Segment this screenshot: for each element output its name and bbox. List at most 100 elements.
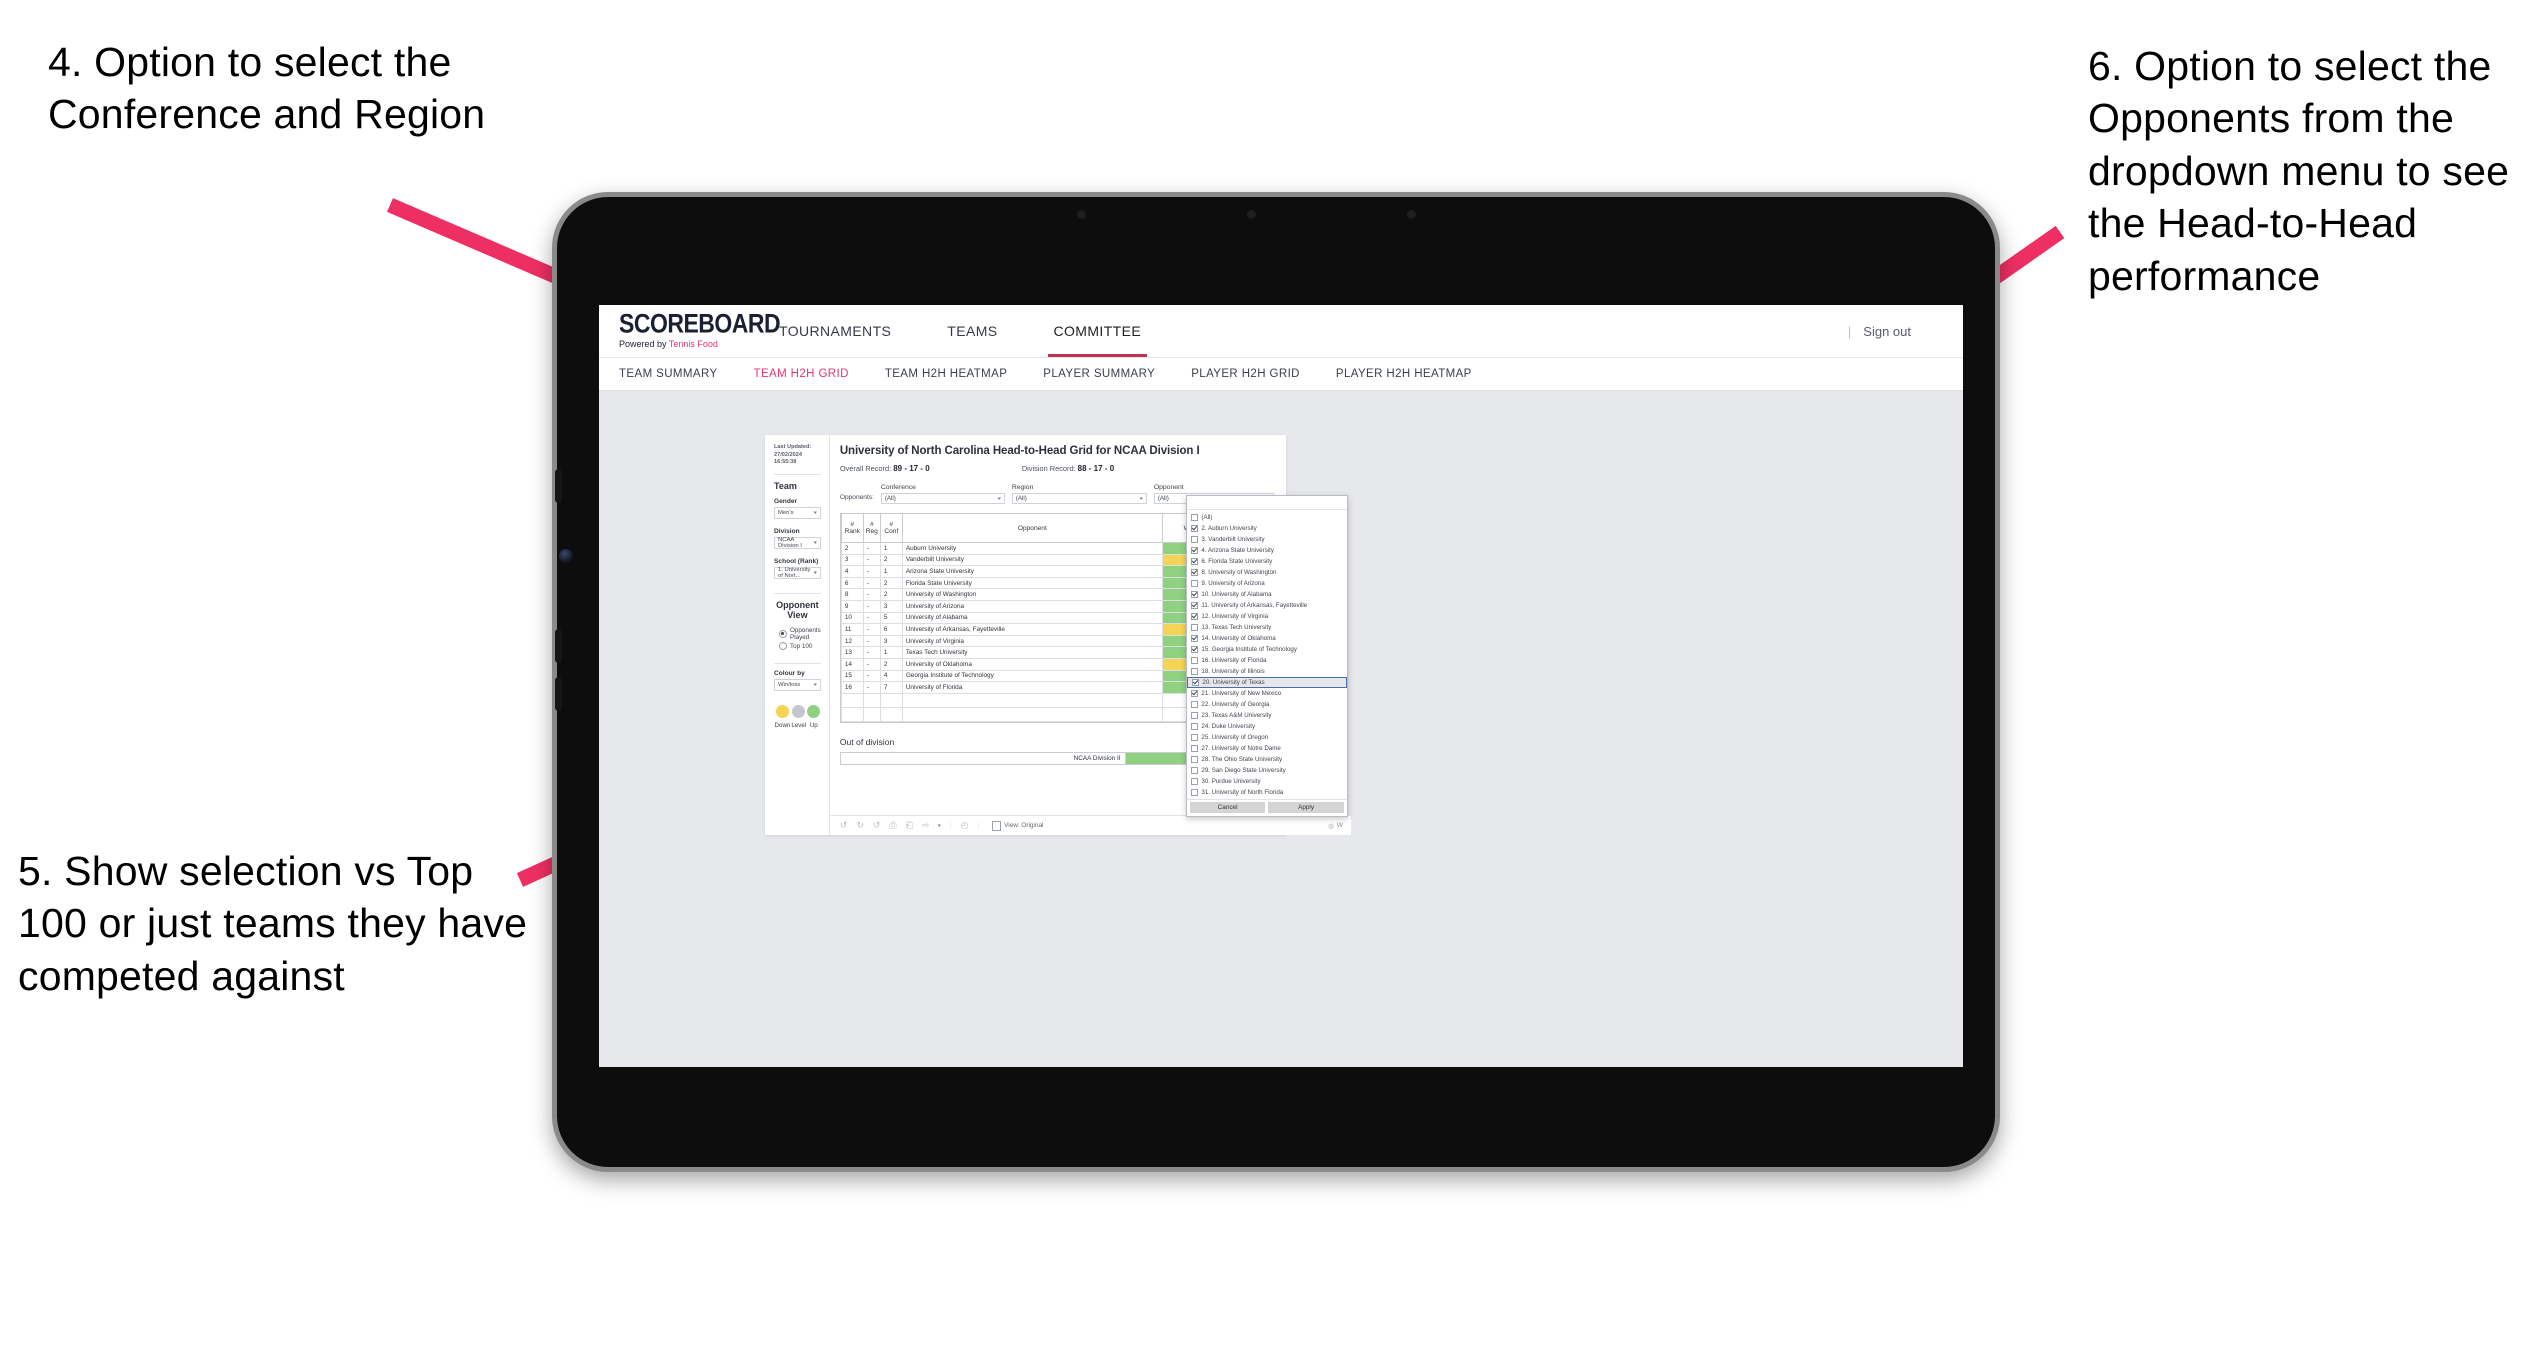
checkbox-icon[interactable]	[1190, 645, 1199, 654]
opponent-popup-actions: Cancel Apply	[1186, 799, 1347, 816]
opponent-list-item[interactable]: 30. Purdue University	[1187, 776, 1347, 787]
signout-link[interactable]: Sign out	[1863, 324, 1911, 339]
checkbox-icon[interactable]	[1190, 777, 1199, 786]
opponent-list-item[interactable]: 15. Georgia Institute of Technology	[1187, 644, 1347, 655]
opponent-list-item[interactable]: 25. University of Oregon	[1187, 732, 1347, 743]
opponent-list-item[interactable]: 3. Vanderbilt University	[1187, 534, 1347, 545]
opponent-list-item[interactable]: 4. Arizona State University	[1187, 545, 1347, 556]
pause-refresh-icon[interactable]: ⎙	[889, 820, 896, 831]
topnav-item-tournaments[interactable]: TOURNAMENTS	[751, 305, 919, 357]
opponent-checkbox-list[interactable]: (All) 2. Auburn University 3. Vanderbilt U…	[1186, 510, 1347, 799]
sub-navigation-bar: TEAM SUMMARY TEAM H2H GRID TEAM H2H HEAT…	[599, 357, 1963, 391]
colour-by-select[interactable]: Win/loss ▾	[774, 679, 821, 692]
cancel-button[interactable]: Cancel	[1189, 802, 1266, 813]
undo-icon[interactable]: ↺	[840, 820, 848, 831]
divider: |	[949, 822, 952, 829]
redo-icon[interactable]: ↻	[856, 820, 864, 831]
division-select[interactable]: NCAA Division I ▾	[774, 536, 821, 549]
tab-player-summary[interactable]: PLAYER SUMMARY	[1043, 368, 1155, 380]
checkbox-icon[interactable]	[1190, 667, 1199, 676]
checkbox-icon[interactable]	[1190, 557, 1199, 566]
checkbox-icon[interactable]	[1190, 513, 1199, 522]
topnav-item-teams[interactable]: TEAMS	[919, 305, 1025, 357]
opponent-list-item[interactable]: 24. Duke University	[1187, 721, 1347, 732]
school-select[interactable]: 1. University of Nort... ▾	[774, 566, 821, 579]
cell-opponent: University of Florida	[901, 681, 1163, 694]
opponent-list-item-label: 23. Texas A&M University	[1201, 712, 1272, 719]
opponent-list-item[interactable]: 8. University of Washington	[1187, 567, 1347, 578]
checkbox-icon[interactable]	[1190, 700, 1199, 709]
gender-select[interactable]: Men's ▾	[774, 506, 821, 519]
checkbox-icon[interactable]	[1190, 535, 1199, 544]
checkbox-icon[interactable]	[1190, 722, 1199, 731]
opponent-list-item[interactable]: 27. University of Notre Dame	[1187, 743, 1347, 754]
checkbox-icon[interactable]	[1190, 568, 1199, 577]
tab-player-h2h-heatmap[interactable]: PLAYER H2H HEATMAP	[1336, 368, 1472, 380]
checkbox-icon[interactable]	[1190, 590, 1199, 599]
opponent-list-item[interactable]: 18. University of Illinois	[1187, 666, 1347, 677]
app-logo[interactable]: SCOREBOARD Powered by Tennis Food	[599, 309, 781, 349]
opponent-dropdown-popup[interactable]: (All) 2. Auburn University 3. Vanderbilt U…	[1185, 495, 1348, 817]
clock-icon[interactable]: ◴	[961, 820, 969, 831]
tab-player-h2h-grid[interactable]: PLAYER H2H GRID	[1191, 368, 1300, 380]
opponent-list-item[interactable]: 28. The Ohio State University	[1187, 754, 1347, 765]
opponent-list-item[interactable]: 29. San Diego State University	[1187, 765, 1347, 776]
checkbox-icon[interactable]	[1190, 623, 1199, 632]
opponent-list-item[interactable]: 16. University of Florida	[1187, 655, 1347, 666]
revert-icon[interactable]: ↺	[873, 820, 881, 831]
tab-team-h2h-grid[interactable]: TEAM H2H GRID	[754, 368, 849, 380]
checkbox-icon[interactable]	[1190, 546, 1199, 555]
legend-swatch-up	[807, 705, 821, 719]
checkbox-icon[interactable]	[1190, 612, 1199, 621]
opponent-list-item[interactable]: 20. University of Texas	[1186, 677, 1347, 688]
checkbox-icon[interactable]	[1190, 788, 1199, 797]
conference-select[interactable]: (All) ▾	[880, 493, 1005, 504]
checkbox-icon[interactable]	[1190, 689, 1199, 698]
checkbox-icon[interactable]	[1190, 601, 1199, 610]
region-select[interactable]: (All) ▾	[1011, 493, 1147, 504]
legend-item-up: Up	[807, 705, 821, 729]
checkbox-icon[interactable]	[1190, 744, 1199, 753]
cell-rank: 12	[840, 634, 864, 648]
opponent-list-item[interactable]: 23. Texas A&M University	[1187, 710, 1347, 721]
watch-area[interactable]: ◎ W	[1328, 822, 1343, 830]
radio-top-100[interactable]: Top 100	[779, 642, 821, 651]
opponent-list-item[interactable]: 21. University of New Mexico	[1187, 688, 1347, 699]
opponent-list-item[interactable]: 14. University of Oklahoma	[1187, 633, 1347, 644]
tab-team-h2h-heatmap[interactable]: TEAM H2H HEATMAP	[885, 368, 1007, 380]
view-original-button[interactable]: View: Original	[992, 820, 1043, 831]
checkbox-icon[interactable]	[1190, 711, 1199, 720]
region-filter: Region (All) ▾	[1011, 484, 1147, 504]
chevron-down-icon[interactable]: ▾	[938, 823, 942, 829]
opponent-list-item[interactable]: 11. University of Arkansas, Fayetteville	[1187, 600, 1347, 611]
tab-team-summary[interactable]: TEAM SUMMARY	[619, 368, 718, 380]
checkbox-icon[interactable]	[1190, 766, 1199, 775]
opponent-list-item[interactable]: 13. Texas Tech University	[1187, 622, 1347, 633]
opponent-list-item[interactable]: 9. University of Arizona	[1187, 578, 1347, 589]
checkbox-icon[interactable]	[1191, 678, 1200, 687]
opponent-list-item[interactable]: 6. Florida State University	[1187, 556, 1347, 567]
opponent-list-item[interactable]: 22. University of Georgia	[1187, 699, 1347, 710]
opponent-list-item[interactable]: (All)	[1187, 512, 1347, 523]
volume-down-button[interactable]	[555, 629, 562, 663]
checkbox-icon[interactable]	[1190, 634, 1199, 643]
opponent-list-item[interactable]: 12. University of Virginia	[1187, 611, 1347, 622]
opponent-list-item-label: 28. The Ohio State University	[1201, 756, 1283, 763]
topnav-item-committee[interactable]: COMMITTEE	[1026, 305, 1170, 357]
radio-opponents-played[interactable]: Opponents Played	[779, 627, 821, 641]
checkbox-icon[interactable]	[1190, 733, 1199, 742]
opponent-list-item[interactable]: 31. University of North Florida	[1187, 787, 1347, 798]
opponent-list-item[interactable]: 2. Auburn University	[1187, 523, 1347, 534]
power-button[interactable]	[555, 677, 562, 711]
checkbox-icon[interactable]	[1190, 579, 1199, 588]
refresh-data-icon[interactable]: ⎗	[906, 820, 913, 831]
checkbox-icon[interactable]	[1190, 524, 1199, 533]
apply-button[interactable]: Apply	[1268, 802, 1344, 813]
divider	[774, 663, 821, 665]
opponent-list-item[interactable]: 10. University of Alabama	[1187, 589, 1347, 600]
checkbox-icon[interactable]	[1190, 755, 1199, 764]
volume-up-button[interactable]	[555, 469, 562, 503]
share-icon[interactable]: ⇨	[922, 820, 930, 831]
opponent-search-area[interactable]	[1186, 496, 1347, 510]
checkbox-icon[interactable]	[1190, 656, 1199, 665]
